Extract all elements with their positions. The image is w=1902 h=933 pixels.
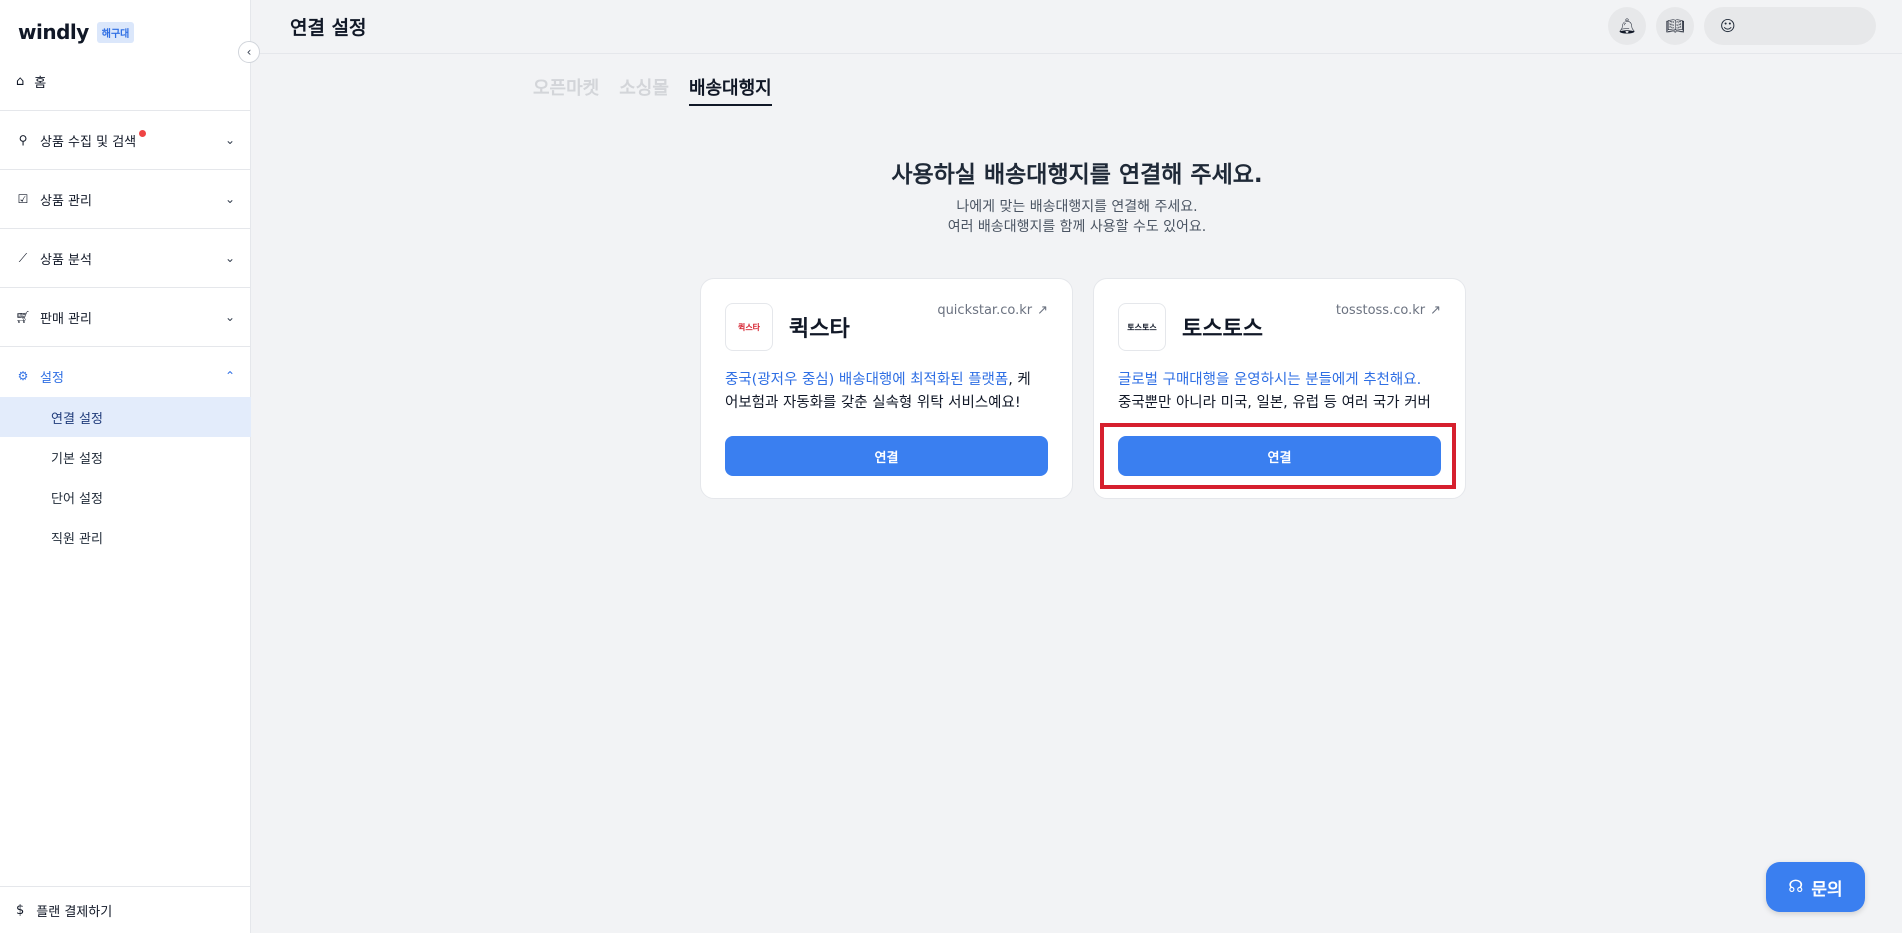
- book-icon: 📖︎: [1665, 17, 1685, 35]
- sidebar-section-product-analysis[interactable]: ⟋ 상품 분석 ⌄: [0, 228, 251, 287]
- quickstar-logo: 퀵스타: [725, 303, 773, 351]
- shipping-agent-card-tosstoss: 토스토스 토스토스 tosstoss.co.kr ↗ 글로벌 구매대행을 운영하…: [1093, 278, 1466, 499]
- card-url-text: tosstoss.co.kr: [1335, 303, 1426, 318]
- plan-payment-label: 플랜 결제하기: [36, 904, 113, 920]
- card-desc-highlight: 중국(광저우 중심) 배송대행에 최적화된 플랫폼: [725, 372, 1009, 388]
- topbar: 연결 설정 🔔︎ 📖︎ ☺: [252, 0, 1902, 54]
- section-heading: 사용하실 배송대행지를 연결해 주세요.: [891, 162, 1263, 188]
- gear-icon: ⚙: [17, 369, 29, 383]
- card-desc-line2: 어보험과 자동화를 갖춘 실속형 위탁 서비스예요!: [725, 395, 1021, 411]
- sidebar-item-connection-settings[interactable]: 연결 설정: [0, 397, 251, 437]
- chart-icon: ⟋: [18, 250, 28, 265]
- dollar-icon: $: [16, 902, 25, 918]
- sidebar-section-label: 상품 분석: [40, 252, 92, 268]
- chevron-up-icon: ⌃: [224, 369, 235, 383]
- chevron-left-icon: ‹: [246, 45, 252, 59]
- card-description: 글로벌 구매대행을 운영하시는 분들에게 추천해요. 중국뿐만 아니라 미국, …: [1118, 369, 1441, 415]
- connection-tabs: 오픈마켓 소싱몰 배송대행지: [533, 74, 772, 106]
- sidebar-item-word-settings[interactable]: 단어 설정: [0, 477, 251, 517]
- external-link-icon: ↗: [1037, 303, 1048, 318]
- sidebar-section-label: 상품 수집 및 검색: [40, 134, 137, 150]
- headset-icon: ☊: [1788, 877, 1804, 897]
- sidebar-section-label: 상품 관리: [40, 193, 92, 209]
- tab-shipping-agent[interactable]: 배송대행지: [688, 74, 772, 106]
- plan-payment-button[interactable]: $ 플랜 결제하기: [0, 886, 251, 933]
- guide-button[interactable]: 📖︎: [1656, 7, 1694, 45]
- card-desc-highlight: 글로벌 구매대행을 운영하시는 분들에게 추천해요.: [1118, 372, 1422, 388]
- card-name: 퀵스타: [789, 317, 850, 342]
- card-name: 토스토스: [1182, 317, 1263, 342]
- shipping-agent-card-quickstar: 퀵스타 퀵스타 quickstar.co.kr ↗ 중국(광저우 중심) 배송대…: [700, 278, 1073, 499]
- chevron-down-icon: ⌄: [224, 251, 235, 265]
- sidebar-section-product-collect[interactable]: ⚲ 상품 수집 및 검색 ⌄: [0, 110, 251, 169]
- bell-icon: 🔔︎: [1617, 17, 1637, 35]
- section-subtitle-2: 여러 배송대행지를 함께 사용할 수도 있어요.: [947, 219, 1207, 235]
- card-url-text: quickstar.co.kr: [937, 303, 1033, 318]
- card-desc-line2: 중국뿐만 아니라 미국, 일본, 유럽 등 여러 국가 커버: [1118, 395, 1431, 411]
- chevron-down-icon: ⌄: [224, 310, 235, 324]
- workspace-badge: 해구대: [96, 21, 135, 43]
- user-circle-icon: ☺: [1720, 17, 1736, 35]
- inquiry-label: 문의: [1811, 879, 1843, 900]
- sidebar-section-sales-manage[interactable]: 🛒︎ 판매 관리 ⌄: [0, 287, 251, 346]
- card-description: 중국(광저우 중심) 배송대행에 최적화된 플랫폼, 케 어보험과 자동화를 갖…: [725, 369, 1048, 415]
- checkbox-icon: ☑: [17, 192, 29, 206]
- tab-open-market[interactable]: 오픈마켓: [533, 74, 599, 106]
- connect-button-tosstoss[interactable]: 연결: [1118, 436, 1441, 476]
- sidebar-section-label: 설정: [40, 370, 64, 386]
- home-icon: ⌂: [16, 74, 25, 89]
- tab-sourcing-mall[interactable]: 소싱몰: [619, 74, 669, 106]
- sidebar-collapse-button[interactable]: ‹: [238, 41, 260, 63]
- windly-logo[interactable]: windly: [18, 20, 89, 44]
- notification-dot: [139, 129, 147, 137]
- tosstoss-logo: 토스토스: [1118, 303, 1166, 351]
- sidebar: windly 해구대 ⌂ 홈 ⚲ 상품 수집 및 검색 ⌄ ☑ 상품 관리 ⌄ …: [0, 0, 251, 933]
- sidebar-section-label: 판매 관리: [40, 311, 92, 327]
- section-subtitle-1: 나에게 맞는 배송대행지를 연결해 주세요.: [956, 199, 1198, 215]
- inquiry-button[interactable]: ☊ 문의: [1766, 862, 1865, 912]
- chevron-down-icon: ⌄: [224, 192, 235, 206]
- page-title: 연결 설정: [290, 17, 367, 39]
- logo-row: windly 해구대: [18, 20, 135, 44]
- connect-button-quickstar[interactable]: 연결: [725, 436, 1048, 476]
- notification-button[interactable]: 🔔︎: [1608, 7, 1646, 45]
- sidebar-item-staff-manage[interactable]: 직원 관리: [0, 517, 251, 557]
- card-url-link[interactable]: tosstoss.co.kr ↗: [1336, 303, 1441, 318]
- search-icon: ⚲: [18, 133, 28, 147]
- tosstoss-logo-text: 토스토스: [1127, 322, 1157, 332]
- external-link-icon: ↗: [1430, 303, 1441, 318]
- cart-icon: 🛒︎: [15, 310, 31, 324]
- sidebar-item-basic-settings[interactable]: 기본 설정: [0, 437, 251, 477]
- sidebar-section-product-manage[interactable]: ☑ 상품 관리 ⌄: [0, 169, 251, 228]
- card-url-link[interactable]: quickstar.co.kr ↗: [937, 303, 1048, 318]
- sidebar-item-label: 홈: [34, 76, 47, 91]
- profile-button[interactable]: ☺: [1704, 7, 1876, 45]
- chevron-down-icon: ⌄: [224, 133, 235, 147]
- quickstar-logo-text: 퀵스타: [737, 322, 761, 332]
- sidebar-item-home[interactable]: ⌂ 홈: [16, 72, 46, 91]
- card-desc-rest: , 케: [1008, 372, 1031, 388]
